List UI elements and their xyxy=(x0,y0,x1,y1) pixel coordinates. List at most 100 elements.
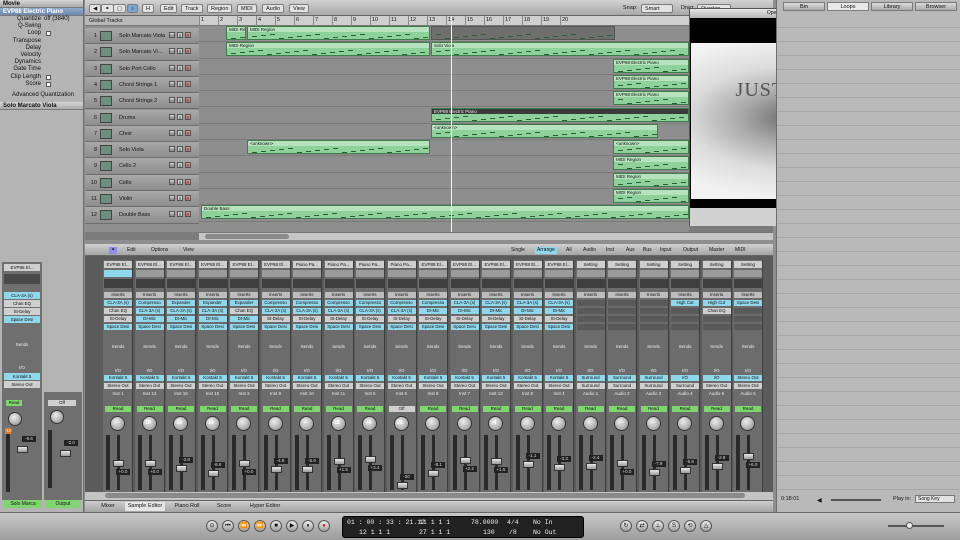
eq-thumbnail[interactable] xyxy=(734,279,762,288)
eq-thumbnail[interactable] xyxy=(4,274,40,284)
automation-mode[interactable]: Read xyxy=(451,406,478,412)
insert-slot[interactable]: Space Desi xyxy=(104,324,132,330)
browser-row[interactable] xyxy=(777,252,960,266)
volume-fader[interactable] xyxy=(396,482,408,489)
volume-fader[interactable] xyxy=(333,458,345,466)
input-slot[interactable]: Surround xyxy=(576,375,605,381)
browser-row[interactable] xyxy=(777,266,960,280)
automation-mode[interactable]: Read xyxy=(609,406,635,412)
volume-fader[interactable] xyxy=(648,469,660,477)
strip-name[interactable]: Setting xyxy=(608,261,636,268)
insert-slot[interactable]: St-Delay xyxy=(387,316,416,322)
output-slot[interactable]: Stereo Out xyxy=(419,383,447,389)
insert-slot[interactable]: St-Delay xyxy=(419,316,447,322)
volume-fader[interactable] xyxy=(491,458,502,466)
output-slot[interactable]: Stereo Out xyxy=(482,383,510,389)
strip-name[interactable]: Setting xyxy=(734,261,762,268)
setting-slot[interactable] xyxy=(482,270,510,277)
eq-thumbnail[interactable] xyxy=(419,279,447,288)
insert-slot[interactable] xyxy=(608,324,636,330)
browser-row[interactable] xyxy=(777,448,960,462)
mixer-tab-input[interactable]: Input xyxy=(658,247,673,254)
advanced-quantization[interactable]: Advanced Quantization xyxy=(0,92,83,99)
insert-slot[interactable]: DI-Mic xyxy=(198,316,227,322)
solo-button[interactable]: S xyxy=(177,80,183,87)
track-header[interactable]: 8 Solo Viola M S R xyxy=(85,142,199,159)
input-slot[interactable]: Kontakt 5 xyxy=(167,375,195,381)
insert-slot[interactable]: Chan EQ xyxy=(4,300,40,307)
preview-volume-slider[interactable] xyxy=(831,499,881,501)
snap-select[interactable]: Smart xyxy=(641,4,673,13)
browser-row[interactable] xyxy=(777,434,960,448)
mixer-tab-inst[interactable]: Inst xyxy=(604,247,616,254)
eq-thumbnail[interactable] xyxy=(450,279,479,288)
track-header[interactable]: 11 Violin M S R xyxy=(85,191,199,208)
volume-fader[interactable] xyxy=(207,470,219,478)
insert-slot[interactable]: St-Delay xyxy=(356,316,384,322)
insert-slot[interactable]: Space Desi xyxy=(734,300,762,306)
automation-mode[interactable]: Read xyxy=(514,406,541,412)
input-slot[interactable]: Kontakt 5 xyxy=(545,375,573,381)
mixer-scroll-thumb[interactable] xyxy=(105,493,745,498)
solo-button[interactable]: S xyxy=(177,162,183,169)
insert-slot[interactable]: St-Delay xyxy=(482,316,510,322)
eq-thumbnail[interactable] xyxy=(324,279,353,288)
record-enable-button[interactable]: R xyxy=(185,48,191,55)
strip-name[interactable]: EVP88 El... xyxy=(167,261,195,268)
eq-thumbnail[interactable] xyxy=(198,279,227,288)
strip-name[interactable]: EVP88 El... xyxy=(482,261,510,268)
setting-slot[interactable] xyxy=(419,270,447,277)
midi-region[interactable]: MIDI Region xyxy=(613,172,689,187)
region-area[interactable]: MIDI Re MIDI Region MIDI Region Solo Vio… xyxy=(199,26,689,232)
inspector-param-row[interactable]: Gate Time xyxy=(0,66,83,73)
eq-thumbnail[interactable] xyxy=(545,279,573,288)
browser-row[interactable] xyxy=(777,42,960,56)
output-slot[interactable]: Surround xyxy=(639,383,668,389)
mixer-tab-all[interactable]: All xyxy=(564,247,574,254)
volume-fader[interactable] xyxy=(428,469,439,477)
eq-thumbnail[interactable] xyxy=(702,279,731,288)
menu-view[interactable]: View xyxy=(289,4,309,13)
insert-slot[interactable]: Expander xyxy=(230,300,258,306)
record-enable-button[interactable]: R xyxy=(185,178,191,185)
mixer-scrollbar[interactable] xyxy=(85,492,773,500)
browser-row[interactable] xyxy=(777,154,960,168)
volume-fader[interactable] xyxy=(144,460,156,467)
insert-slot[interactable]: High Cut xyxy=(671,300,699,306)
output-slot[interactable]: Stereo Out xyxy=(4,381,40,388)
browser-row[interactable] xyxy=(777,196,960,210)
output-slot[interactable]: Stereo Out xyxy=(450,383,479,389)
eq-thumbnail[interactable] xyxy=(261,279,290,288)
insert-slot[interactable]: Space Desi xyxy=(482,324,510,330)
record-enable-button[interactable]: R xyxy=(185,97,191,104)
mute-button[interactable]: M xyxy=(169,32,175,38)
midi-region[interactable]: <unknown> xyxy=(613,140,689,155)
strip-name[interactable]: EVP88 El... xyxy=(198,261,227,268)
sync-icon[interactable]: ⟲ xyxy=(684,520,696,532)
mute-button[interactable]: M xyxy=(169,97,175,104)
insert-slot[interactable]: CLA-3A (s) xyxy=(198,308,227,314)
output-slot[interactable]: Surround xyxy=(608,383,636,389)
mute-button[interactable]: M xyxy=(169,195,175,201)
automation-mode[interactable]: Off xyxy=(388,406,415,412)
output-slot[interactable]: Stereo Out xyxy=(324,383,353,389)
output-slot[interactable]: Stereo Out xyxy=(702,383,731,389)
pan-knob[interactable] xyxy=(425,416,440,431)
pause-icon[interactable]: ⏸ xyxy=(302,520,314,532)
pan-knob[interactable] xyxy=(740,416,755,431)
automation-mode[interactable]: Read xyxy=(168,406,194,412)
browser-row[interactable] xyxy=(777,378,960,392)
track-header[interactable]: 10 Cello M S R xyxy=(85,174,199,191)
automation-mode[interactable]: Read xyxy=(640,406,667,412)
browser-row[interactable] xyxy=(777,14,960,28)
automation-mode[interactable]: Read xyxy=(672,406,698,412)
input-slot[interactable]: Kontakt 5 xyxy=(135,375,164,381)
inspector-param-row[interactable]: Loop xyxy=(0,30,83,37)
pan-knob[interactable] xyxy=(236,416,251,431)
automation-mode[interactable]: Read xyxy=(199,406,226,412)
insert-slot[interactable]: CLA-3A (s) xyxy=(545,300,573,306)
browser-row[interactable] xyxy=(777,322,960,336)
insert-slot[interactable]: DI-Mic xyxy=(482,308,510,314)
setting-slot[interactable] xyxy=(356,270,384,277)
tab-hyper-editor[interactable]: Hyper Editor xyxy=(243,502,287,511)
